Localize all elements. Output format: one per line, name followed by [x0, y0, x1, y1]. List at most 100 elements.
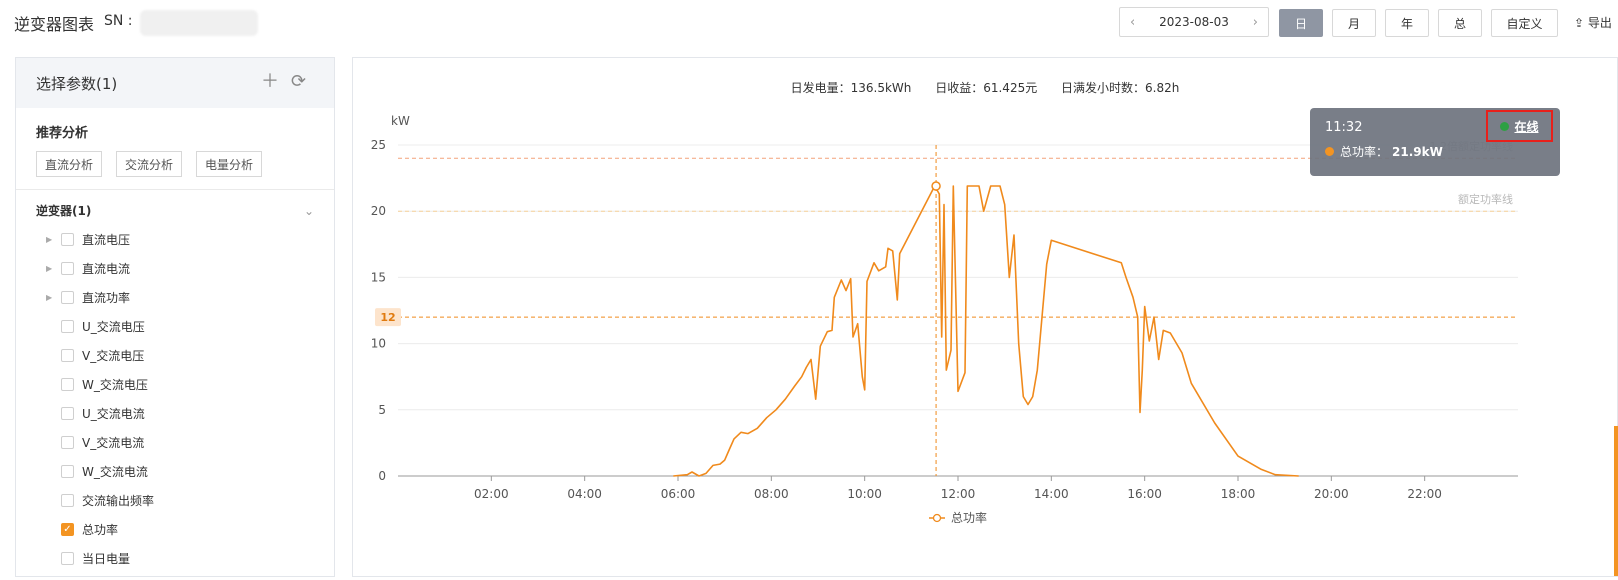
tooltip-value: 21.9kW: [1392, 144, 1443, 159]
x-tick-label: 22:00: [1407, 487, 1442, 501]
parameter-panel-title: 选择参数(1): [36, 74, 118, 93]
checkbox[interactable]: [61, 233, 74, 246]
caret-right-icon[interactable]: ▶: [46, 235, 52, 244]
legend-label: 总功率: [951, 510, 987, 525]
sn-value-redacted: [140, 10, 258, 36]
checkbox[interactable]: [61, 494, 74, 507]
parameter-item[interactable]: V_交流电压: [16, 341, 334, 370]
parameter-item-label: V_交流电压: [82, 349, 145, 363]
parameter-item[interactable]: ▶ 直流功率: [16, 283, 334, 312]
y-tick-label: 0: [378, 469, 386, 483]
checkbox[interactable]: ✓: [61, 523, 74, 536]
date-picker[interactable]: ‹ 2023-08-03 ›: [1119, 7, 1269, 37]
parameter-item[interactable]: ▶ 直流电流: [16, 254, 334, 283]
x-tick-label: 04:00: [567, 487, 602, 501]
scrollbar[interactable]: [1614, 426, 1618, 576]
parameter-item-label: U_交流电压: [82, 320, 145, 334]
parameter-item-label: 直流功率: [82, 291, 131, 305]
parameter-item-label: 交流输出频率: [82, 494, 155, 508]
crosshair-y-label: 12: [380, 311, 395, 324]
legend-marker-icon: [932, 513, 942, 523]
online-status[interactable]: 在线: [1486, 110, 1553, 142]
parameter-tree: ▶ 直流电压 ▶ 直流电流 ▶ 直流功率 U_交流电压 V_交流电压 W_交流电压 U_交流电流 V…: [16, 225, 334, 573]
checkbox[interactable]: [61, 552, 74, 565]
refresh-icon[interactable]: ⟳: [291, 72, 306, 92]
online-dot-icon: [1500, 121, 1510, 131]
checkbox[interactable]: [61, 378, 74, 391]
tooltip-time: 11:32: [1325, 120, 1363, 135]
y-tick-label: 5: [378, 403, 386, 417]
caret-right-icon[interactable]: ▶: [46, 293, 52, 302]
y-tick-label: 10: [371, 337, 386, 351]
analysis-buttons: 直流分析 交流分析 电量分析: [36, 151, 334, 177]
checkbox[interactable]: [61, 262, 74, 275]
chevron-down-icon[interactable]: ⌄: [304, 204, 314, 218]
parameter-item-label: 总功率: [82, 523, 119, 537]
parameter-item-label: W_交流电压: [82, 378, 148, 392]
energy-analysis-button[interactable]: 电量分析: [196, 151, 263, 177]
x-tick-label: 08:00: [754, 487, 789, 501]
parameter-item-label: 直流电压: [82, 233, 131, 247]
checkbox[interactable]: [61, 436, 74, 449]
checkbox[interactable]: [61, 349, 74, 362]
top-bar: 逆变器图表 SN : ‹ 2023-08-03 › 日 月 年 总 自定义 ⇪ …: [0, 0, 1618, 46]
ac-analysis-button[interactable]: 交流分析: [116, 151, 183, 177]
checkbox[interactable]: [61, 407, 74, 420]
x-tick-label: 06:00: [661, 487, 696, 501]
inverter-group-header[interactable]: 逆变器(1) ⌄: [36, 202, 314, 219]
tooltip-series-label: 总功率：: [1340, 145, 1389, 159]
checkbox[interactable]: [61, 291, 74, 304]
export-button[interactable]: ⇪ 导出: [1574, 14, 1612, 31]
parameter-item[interactable]: ▶ 直流电压: [16, 225, 334, 254]
x-tick-label: 10:00: [847, 487, 882, 501]
divider: [16, 189, 334, 190]
series-line-total-power: [673, 185, 1299, 477]
chevron-right-icon[interactable]: ›: [1253, 15, 1258, 30]
checkbox[interactable]: [61, 320, 74, 333]
parameter-item[interactable]: U_交流电压: [16, 312, 334, 341]
period-month-button[interactable]: 月: [1332, 9, 1376, 37]
parameter-item[interactable]: 交流输出频率: [16, 486, 334, 515]
parameter-item-label: V_交流电流: [82, 436, 145, 450]
parameter-item-label: W_交流电流: [82, 465, 148, 479]
parameter-item[interactable]: W_交流电流: [16, 457, 334, 486]
x-tick-label: 20:00: [1314, 487, 1349, 501]
y-tick-label: 15: [371, 270, 386, 284]
parameter-item-label: U_交流电流: [82, 407, 145, 421]
x-tick-label: 02:00: [474, 487, 509, 501]
date-value: 2023-08-03: [1159, 15, 1229, 29]
series-dot-icon: [1325, 147, 1334, 156]
export-label: 导出: [1587, 16, 1612, 30]
parameter-item[interactable]: U_交流电流: [16, 399, 334, 428]
y-tick-label: 20: [371, 204, 386, 218]
hover-point-marker: [931, 181, 941, 191]
recommend-title: 推荐分析: [36, 126, 89, 141]
inverter-group-label: 逆变器(1): [36, 204, 92, 218]
parameter-item[interactable]: W_交流电压: [16, 370, 334, 399]
y-axis-label: kW: [391, 114, 410, 128]
page-title: 逆变器图表: [14, 15, 95, 34]
caret-right-icon[interactable]: ▶: [46, 264, 52, 273]
y-tick-label: 25: [371, 138, 386, 152]
parameter-item[interactable]: ✓ 总功率: [16, 515, 334, 544]
period-year-button[interactable]: 年: [1385, 9, 1429, 37]
tooltip-row: 总功率： 21.9kW: [1325, 143, 1443, 160]
period-custom-button[interactable]: 自定义: [1491, 9, 1558, 37]
parameter-panel-header: 选择参数(1) ＋ ⟳: [16, 58, 334, 108]
x-tick-label: 14:00: [1034, 487, 1069, 501]
checkbox[interactable]: [61, 465, 74, 478]
period-day-button[interactable]: 日: [1279, 9, 1323, 37]
dc-analysis-button[interactable]: 直流分析: [36, 151, 103, 177]
parameter-panel: 选择参数(1) ＋ ⟳ 推荐分析 直流分析 交流分析 电量分析 逆变器(1) ⌄…: [15, 57, 335, 577]
add-icon[interactable]: ＋: [261, 72, 279, 92]
parameter-item-label: 直流电流: [82, 262, 131, 276]
online-status-label[interactable]: 在线: [1514, 118, 1538, 135]
parameter-item[interactable]: 当日电量: [16, 544, 334, 573]
parameter-item-label: 当日电量: [82, 552, 131, 566]
parameter-item[interactable]: V_交流电流: [16, 428, 334, 457]
sn-label: SN :: [104, 13, 133, 29]
reference-line-label: 额定功率线: [1458, 192, 1513, 206]
period-total-button[interactable]: 总: [1438, 9, 1482, 37]
chevron-left-icon[interactable]: ‹: [1130, 15, 1135, 30]
x-tick-label: 18:00: [1221, 487, 1256, 501]
